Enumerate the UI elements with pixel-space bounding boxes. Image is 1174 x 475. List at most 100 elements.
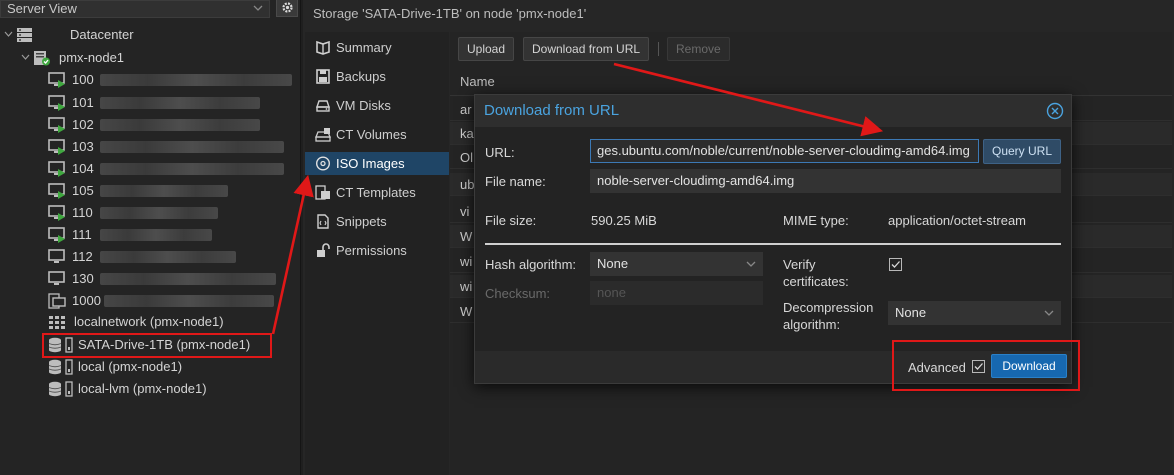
menu-item-permissions[interactable]: Permissions — [305, 239, 449, 262]
chevron-down-icon[interactable] — [21, 53, 30, 62]
verify-certificates-label-line1: Verify — [783, 257, 816, 272]
gear-icon — [281, 2, 293, 13]
tree-node-label: Datacenter — [70, 27, 134, 42]
url-input[interactable]: ges.ubuntu.com/noble/current/noble-serve… — [590, 139, 979, 163]
menu-item-backups[interactable]: Backups — [305, 65, 449, 88]
close-icon[interactable] — [1046, 102, 1064, 120]
checksum-input[interactable]: none — [590, 281, 763, 305]
vm-running-icon — [48, 117, 65, 133]
hash-algorithm-label: Hash algorithm: — [485, 257, 577, 272]
gear-button[interactable] — [276, 0, 298, 17]
menu-item-iso-images[interactable]: ISO Images — [305, 152, 449, 175]
redacted-vm-name — [100, 74, 292, 86]
vm-row[interactable]: 130 — [48, 268, 298, 289]
storage-label: local-lvm (pmx-node1) — [78, 381, 207, 396]
redacted-vm-name — [100, 229, 212, 241]
storage-local-lvm[interactable]: local-lvm (pmx-node1) — [48, 378, 270, 399]
mime-type-label: MIME type: — [783, 213, 849, 228]
storage-nav-menu: Summary Backups VM Disks CT Volumes ISO … — [305, 32, 449, 475]
redacted-vm-name — [100, 251, 236, 263]
vm-id: 130 — [72, 271, 94, 286]
vm-template-icon — [48, 293, 66, 309]
vm-row[interactable]: 105 — [48, 180, 298, 201]
vm-running-icon — [48, 139, 65, 155]
unlock-icon — [317, 243, 330, 257]
tree-node-pmx-node1[interactable]: pmx-node1 — [21, 47, 233, 68]
menu-item-label: Snippets — [336, 214, 387, 229]
vm-row[interactable]: 112 — [48, 246, 298, 267]
dialog-header: Download from URL — [475, 95, 1071, 127]
menu-item-summary[interactable]: Summary — [305, 36, 449, 59]
vm-row[interactable]: 1000 — [48, 290, 298, 311]
vm-row[interactable]: 104 — [48, 158, 298, 179]
vm-id: 1000 — [72, 293, 101, 308]
grid-column-header-name[interactable]: Name — [450, 68, 1172, 96]
verify-certificates-label-line2: certificates: — [783, 274, 849, 289]
menu-item-vm-disks[interactable]: VM Disks — [305, 94, 449, 117]
chevron-down-icon — [1044, 310, 1054, 316]
redacted-vm-name — [100, 141, 284, 153]
query-url-button[interactable]: Query URL — [983, 139, 1061, 164]
redacted-vm-name — [100, 119, 260, 131]
storage-icon — [48, 359, 73, 375]
snippet-file-icon — [317, 214, 329, 229]
vm-row[interactable]: 102 — [48, 114, 298, 135]
remove-button[interactable]: Remove — [667, 37, 730, 61]
upload-button[interactable]: Upload — [458, 37, 515, 61]
book-icon — [316, 40, 330, 55]
vm-id: 111 — [72, 227, 92, 242]
dialog-title: Download from URL — [484, 102, 620, 119]
filesize-label: File size: — [485, 213, 537, 228]
view-selector[interactable]: Server View — [0, 0, 270, 18]
vm-stopped-icon — [48, 249, 65, 263]
tree-node-datacenter[interactable]: Datacenter — [4, 24, 216, 45]
decompression-algorithm-select[interactable]: None — [888, 301, 1061, 325]
menu-item-ct-templates[interactable]: CT Templates — [305, 181, 449, 204]
menu-item-label: CT Volumes — [336, 127, 407, 142]
vm-running-icon — [48, 95, 65, 111]
menu-item-snippets[interactable]: Snippets — [305, 210, 449, 233]
storage-local[interactable]: local (pmx-node1) — [48, 356, 270, 377]
vm-row[interactable]: 100 — [48, 69, 298, 90]
download-from-url-button[interactable]: Download from URL — [523, 37, 650, 61]
vm-id: 103 — [72, 139, 94, 154]
storage-label: local (pmx-node1) — [78, 359, 183, 374]
disc-icon — [315, 156, 331, 171]
datacenter-icon — [17, 28, 32, 42]
menu-item-label: Backups — [336, 69, 386, 84]
vm-id: 104 — [72, 161, 94, 176]
vm-running-icon — [48, 183, 65, 199]
floppy-disk-icon — [316, 69, 330, 84]
vm-id: 105 — [72, 183, 94, 198]
vm-row[interactable]: 103 — [48, 136, 298, 157]
annotation-highlight-box — [892, 340, 1080, 391]
menu-item-label: VM Disks — [336, 98, 391, 113]
menu-item-label: Permissions — [336, 243, 407, 258]
vm-row[interactable]: 101 — [48, 92, 298, 113]
menu-item-label: Summary — [336, 40, 392, 55]
vm-running-icon — [48, 161, 65, 177]
hash-algorithm-select[interactable]: None — [590, 252, 763, 276]
vm-id: 100 — [72, 72, 94, 87]
vm-row[interactable]: 110 — [48, 202, 298, 223]
menu-item-label: ISO Images — [336, 156, 405, 171]
resource-tree: Server View Datacenter pmx-node1 100 101… — [0, 0, 301, 475]
chevron-down-icon[interactable] — [4, 30, 13, 39]
vm-running-icon — [48, 72, 65, 88]
verify-certificates-checkbox[interactable] — [889, 258, 902, 271]
vm-id: 102 — [72, 117, 94, 132]
annotation-highlight-box — [42, 333, 272, 358]
ct-volume-icon — [315, 128, 331, 142]
vm-stopped-icon — [48, 271, 65, 285]
decompression-label-line1: Decompression — [783, 300, 874, 315]
tree-node-label: pmx-node1 — [59, 50, 125, 65]
storage-localnetwork[interactable]: localnetwork (pmx-node1) — [48, 311, 288, 332]
vm-row[interactable]: 111 — [48, 224, 298, 245]
checksum-label: Checksum: — [485, 286, 551, 301]
storage-icon — [48, 381, 73, 397]
hard-disk-icon — [316, 100, 330, 112]
menu-item-ct-volumes[interactable]: CT Volumes — [305, 123, 449, 146]
vm-running-icon — [48, 205, 65, 221]
redacted-vm-name — [100, 97, 260, 109]
filename-input[interactable]: noble-server-cloudimg-amd64.img — [590, 169, 1061, 193]
